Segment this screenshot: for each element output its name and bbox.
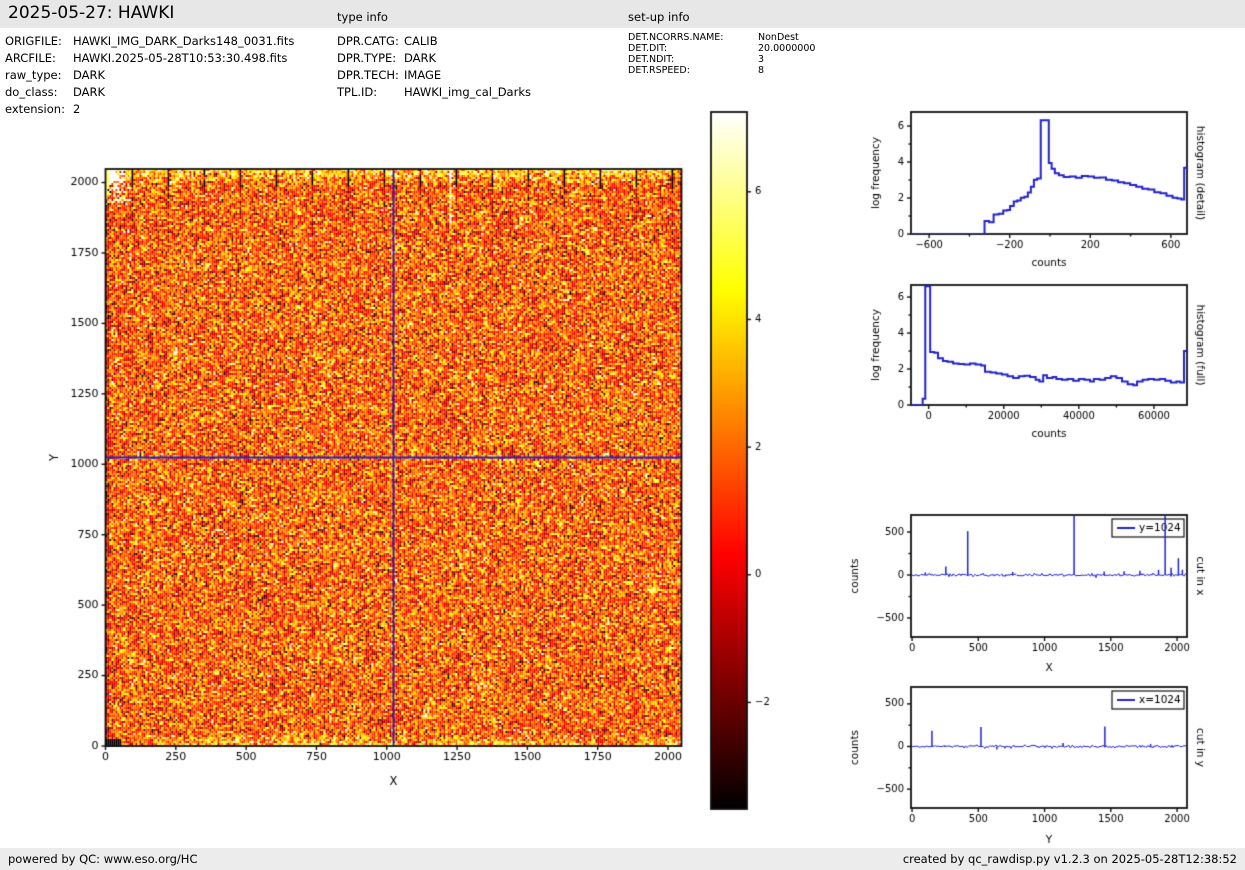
type-info-label: DPR.TECH: xyxy=(337,68,399,82)
setup-info-value: 3 xyxy=(758,54,764,65)
footer-created-by: created by qc_rawdisp.py v1.2.3 on 2025-… xyxy=(903,852,1237,866)
setup-info-label: DET.NCORRS.NAME: xyxy=(628,32,724,43)
charts-canvas xyxy=(0,0,1245,870)
file-info-label: ARCFILE: xyxy=(5,51,56,65)
footer-powered-by: powered by QC: www.eso.org/HC xyxy=(8,852,197,866)
setup-info-heading: set-up info xyxy=(628,10,690,24)
type-info-value: DARK xyxy=(404,51,436,65)
type-info-label: DPR.TYPE: xyxy=(337,51,396,65)
setup-info-label: DET.NDIT: xyxy=(628,54,674,65)
setup-info-label: DET.RSPEED: xyxy=(628,65,690,76)
file-info-value: 2 xyxy=(73,102,80,116)
file-info-label: raw_type: xyxy=(5,68,62,82)
type-info-value: CALIB xyxy=(404,34,438,48)
file-info-value: HAWKI_IMG_DARK_Darks148_0031.fits xyxy=(73,34,294,48)
file-info-label: do_class: xyxy=(5,85,58,99)
header-bar: 2025-05-27: HAWKI type info set-up info xyxy=(0,0,1245,28)
file-info-label: extension: xyxy=(5,102,65,116)
page-title: 2025-05-27: HAWKI xyxy=(8,3,174,23)
file-info-label: ORIGFILE: xyxy=(5,34,62,48)
type-info-value: HAWKI_img_cal_Darks xyxy=(404,85,531,99)
setup-info-value: 20.0000000 xyxy=(758,43,815,54)
file-info-value: HAWKI.2025-05-28T10:53:30.498.fits xyxy=(73,51,287,65)
setup-info-label: DET.DIT: xyxy=(628,43,667,54)
type-info-heading: type info xyxy=(337,10,388,24)
file-info-value: DARK xyxy=(73,68,105,82)
setup-info-value: 8 xyxy=(758,65,764,76)
qc-report-page: { "header": { "title": "2025-05-27: HAWK… xyxy=(0,0,1245,870)
type-info-value: IMAGE xyxy=(404,68,441,82)
footer-bar: powered by QC: www.eso.org/HC created by… xyxy=(0,848,1245,870)
file-info-value: DARK xyxy=(73,85,105,99)
type-info-label: DPR.CATG: xyxy=(337,34,399,48)
setup-info-value: NonDest xyxy=(758,32,799,43)
type-info-label: TPL.ID: xyxy=(337,85,377,99)
